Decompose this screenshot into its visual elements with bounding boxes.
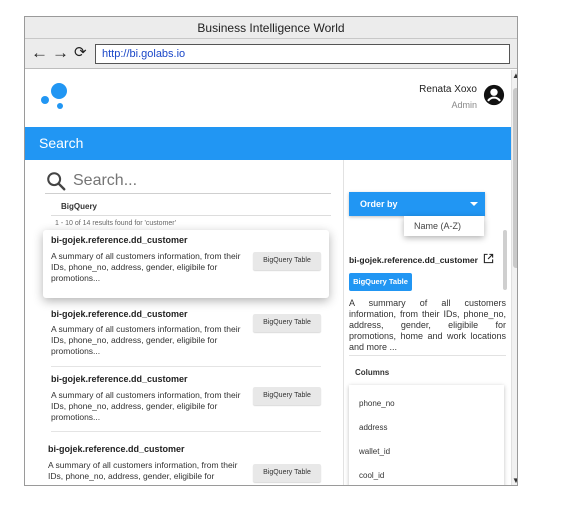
- divider: [51, 366, 321, 367]
- columns-list: phone_no address wallet_id cool_id: [349, 385, 504, 485]
- divider: [51, 215, 331, 216]
- detail-description: A summary of all customers information, …: [349, 298, 506, 352]
- results-count: 1 - 10 of 14 results found for 'customer…: [55, 220, 176, 227]
- search-box[interactable]: [45, 168, 331, 194]
- column-item[interactable]: phone_no: [359, 399, 395, 408]
- detail-scrollbar[interactable]: [503, 230, 507, 290]
- result-type-badge: BigQuery Table: [253, 252, 321, 270]
- scroll-thumb[interactable]: [513, 88, 517, 268]
- result-title[interactable]: bi-gojek.reference.dd_customer: [51, 374, 188, 384]
- divider: [349, 355, 506, 356]
- result-type-badge: BigQuery Table: [253, 387, 321, 405]
- detail-type-badge[interactable]: BigQuery Table: [349, 273, 412, 291]
- result-card[interactable]: bi-gojek.reference.dd_customer A summary…: [43, 306, 329, 372]
- logo-dot-large: [51, 83, 67, 99]
- result-title[interactable]: bi-gojek.reference.dd_customer: [51, 309, 188, 319]
- user-name: Renata Xoxo: [419, 84, 477, 95]
- column-item[interactable]: wallet_id: [359, 447, 390, 456]
- divider: [51, 431, 321, 432]
- column-item[interactable]: cool_id: [359, 471, 384, 480]
- search-header-bar: Search: [25, 127, 511, 160]
- result-description: A summary of all customers information, …: [51, 390, 241, 422]
- result-title[interactable]: bi-gojek.reference.dd_customer: [48, 444, 185, 454]
- search-icon[interactable]: [45, 170, 67, 192]
- result-description: A summary of all customers information, …: [51, 251, 241, 283]
- app-viewport: Renata Xoxo Admin Search BigQuery 1 - 10…: [25, 70, 511, 485]
- source-filter-label[interactable]: BigQuery: [61, 202, 97, 211]
- caret-down-icon[interactable]: [470, 202, 478, 206]
- browser-window: Business Intelligence World ← → ⟳ http:/…: [24, 16, 518, 486]
- user-role: Admin: [451, 100, 477, 110]
- result-card[interactable]: bi-gojek.reference.dd_customer A summary…: [43, 443, 329, 485]
- result-description: A summary of all customers information, …: [51, 324, 241, 356]
- window-title: Business Intelligence World: [25, 17, 517, 39]
- back-arrow-icon[interactable]: ←: [31, 44, 48, 62]
- open-external-icon[interactable]: [483, 253, 494, 264]
- browser-toolbar: ← → ⟳ http://bi.golabs.io: [25, 39, 517, 69]
- result-type-badge: BigQuery Table: [253, 314, 321, 332]
- columns-heading: Columns: [355, 368, 390, 377]
- order-by-label: Order by: [360, 199, 398, 209]
- scroll-up-icon[interactable]: ▲: [512, 72, 517, 80]
- reload-icon[interactable]: ⟳: [74, 44, 87, 62]
- column-item[interactable]: address: [359, 423, 387, 432]
- logo-dot-medium: [41, 96, 49, 104]
- result-card[interactable]: bi-gojek.reference.dd_customer A summary…: [43, 371, 329, 439]
- results-panel: BigQuery 1 - 10 of 14 results found for …: [25, 160, 343, 485]
- result-title[interactable]: bi-gojek.reference.dd_customer: [51, 235, 188, 245]
- detail-title: bi-gojek.reference.dd_customer: [349, 255, 478, 265]
- order-option-name-az[interactable]: Name (A-Z): [404, 216, 484, 236]
- detail-panel: Order by Name (A-Z) bi-gojek.reference.d…: [344, 160, 511, 485]
- app-header: Renata Xoxo Admin: [25, 70, 511, 125]
- account-circle-icon[interactable]: [483, 84, 505, 106]
- order-by-dropdown[interactable]: Order by: [349, 192, 485, 216]
- scroll-down-icon[interactable]: ▼: [512, 477, 517, 485]
- logo-dot-small: [57, 103, 63, 109]
- search-input[interactable]: [73, 170, 323, 192]
- page-scrollbar[interactable]: ▲ ▼: [511, 70, 517, 485]
- result-type-badge: BigQuery Table: [253, 464, 321, 482]
- result-description: A summary of all customers information, …: [48, 460, 238, 481]
- forward-arrow-icon[interactable]: →: [52, 44, 69, 62]
- result-card[interactable]: bi-gojek.reference.dd_customer A summary…: [43, 230, 329, 298]
- address-bar[interactable]: http://bi.golabs.io: [95, 44, 510, 64]
